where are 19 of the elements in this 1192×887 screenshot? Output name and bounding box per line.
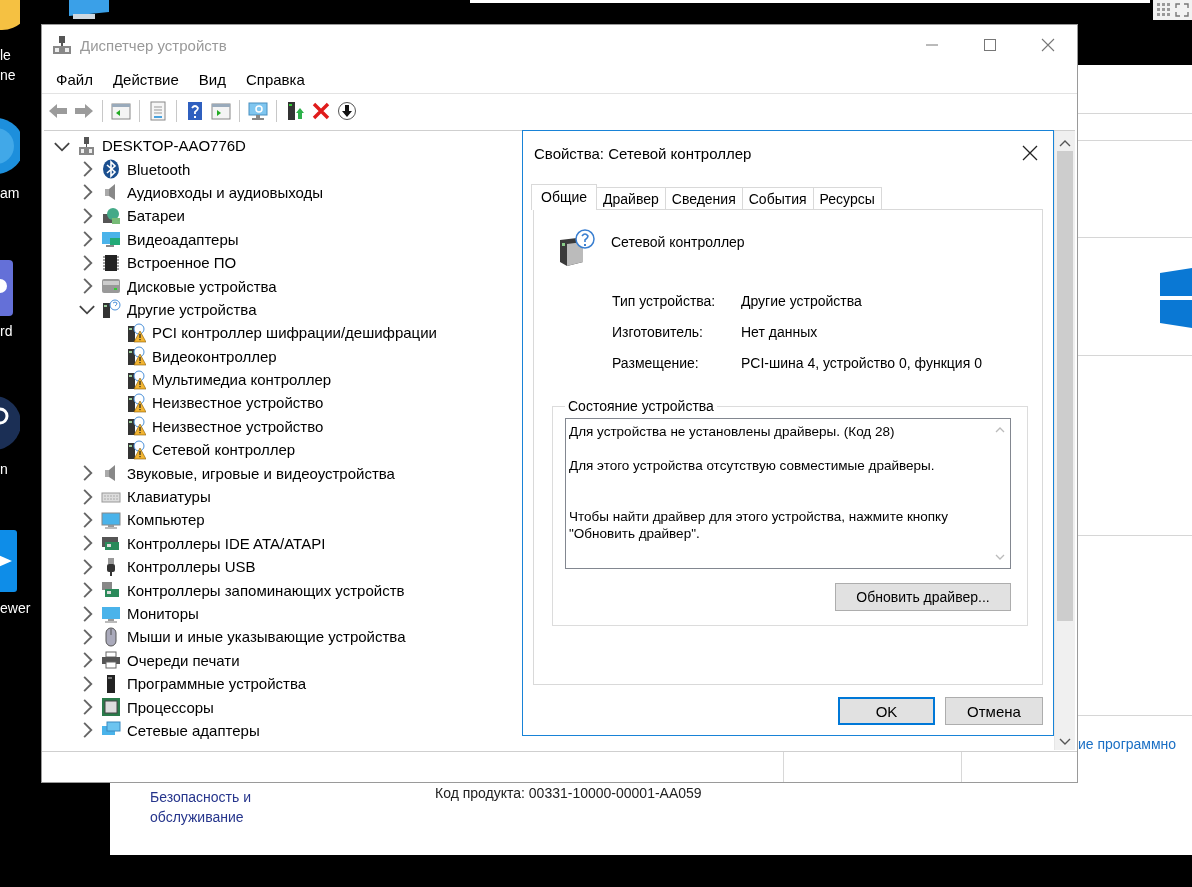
desktop-icon-label: am	[0, 184, 20, 203]
desktop-icon-label: le ne	[0, 46, 16, 85]
field-label: Тип устройства:	[612, 292, 717, 311]
desktop-icon-label: rd	[0, 322, 13, 341]
desktop-icon-label: ewer	[0, 599, 31, 618]
field-value: PCI-шина 4, устройство 0, функция 0	[741, 354, 983, 373]
field-label: Изготовитель:	[612, 323, 704, 342]
desktop-icon-label: n	[0, 460, 8, 479]
dialog-title: Свойства: Сетевой контроллер	[534, 144, 752, 162]
field-label: Размещение:	[612, 354, 700, 373]
status-message: Чтобы найти драйвер для этого устройства, нажмите кнопку "Обновить драйвер".	[569, 508, 949, 542]
group-title: Состояние устройства	[567, 398, 715, 414]
field-value: Нет данных	[741, 323, 819, 342]
window-title: Диспетчер устройств	[80, 36, 227, 54]
field-value: Другие устройства	[741, 292, 863, 311]
status-message: Для устройства не установлены драйверы. (Код 28)	[569, 423, 896, 440]
product-code: Код продукта: 00331-10000-00001-AA059	[435, 785, 702, 801]
status-message: Для этого устройства отсутствую совместимые драйверы.	[569, 457, 936, 474]
device-name: Сетевой контроллер	[611, 234, 745, 250]
